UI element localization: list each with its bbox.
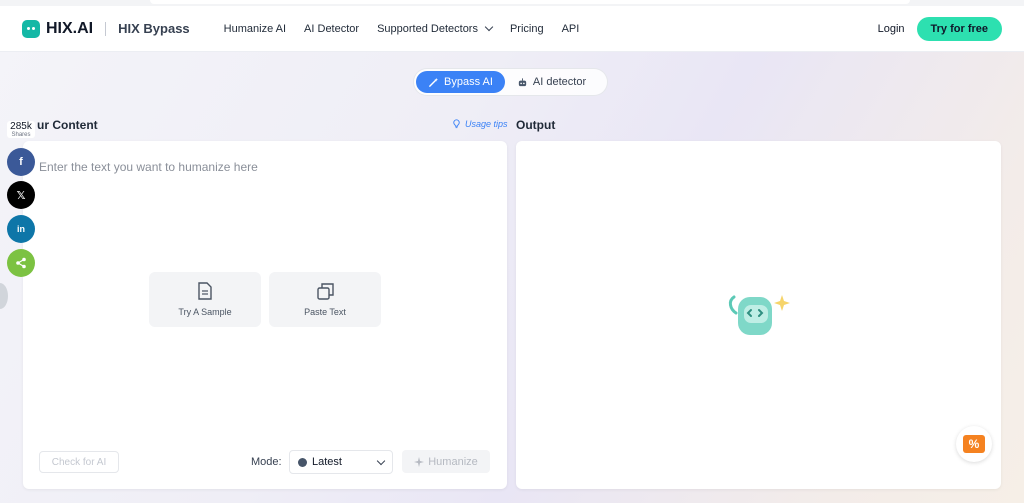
share-count: 285k Shares [7, 121, 35, 138]
main-nav: Humanize AI AI Detector Supported Detect… [224, 23, 580, 35]
nav-supported-detectors-label: Supported Detectors [377, 22, 478, 35]
nav-supported-detectors[interactable]: Supported Detectors [377, 22, 494, 35]
input-section-title: ur Content [37, 118, 98, 132]
humanize-label: Humanize [428, 455, 478, 468]
tab-ai-detector[interactable]: AI detector [505, 71, 598, 93]
tab-bypass-ai-label: Bypass AI [444, 76, 493, 88]
linkedin-icon: in [17, 224, 25, 234]
tab-ai-detector-label: AI detector [532, 76, 587, 88]
paste-text-button[interactable]: Paste Text [269, 272, 381, 327]
mode-status-icon [298, 457, 307, 467]
try-sample-button[interactable]: Try A Sample [149, 272, 261, 327]
check-for-ai-button[interactable]: Check for AI [39, 451, 119, 473]
try-for-free-button[interactable]: Try for free [916, 16, 1002, 41]
hix-logo-icon [22, 19, 40, 38]
discount-button[interactable]: % [956, 426, 992, 462]
mode-label: Mode: [251, 456, 282, 468]
input-panel: Enter the text you want to humanize here… [23, 141, 507, 489]
mode-value: Latest [312, 456, 342, 468]
nav-ai-detector[interactable]: AI Detector [304, 23, 359, 35]
logo-text: HIX.AI [46, 19, 94, 37]
copy-icon [316, 282, 334, 300]
logo[interactable]: HIX.AI HIX Bypass [22, 19, 190, 38]
paste-text-label: Paste Text [304, 306, 346, 317]
mode-select[interactable]: Latest [289, 450, 393, 474]
try-sample-label: Try A Sample [178, 307, 232, 317]
tab-bypass-ai[interactable]: Bypass AI [416, 71, 505, 93]
humanize-button[interactable]: Humanize [402, 450, 490, 473]
lightbulb-icon [453, 119, 460, 129]
header-actions: Login Try for free [878, 16, 1002, 41]
login-link[interactable]: Login [878, 23, 905, 35]
share-count-label: Shares [11, 132, 31, 138]
x-icon: 𝕏 [16, 189, 26, 202]
x-share-button[interactable]: 𝕏 [7, 181, 35, 209]
magic-wand-icon [429, 77, 439, 87]
share-count-number: 285k [10, 121, 32, 132]
sparkle-icon [414, 456, 425, 467]
text-input[interactable]: Enter the text you want to humanize here [39, 160, 258, 174]
nav-api[interactable]: API [562, 23, 580, 35]
facebook-icon: f [19, 156, 23, 168]
chevron-down-icon [484, 22, 494, 32]
nav-humanize-ai[interactable]: Humanize AI [224, 23, 286, 35]
robot-icon [518, 77, 527, 86]
mascot-robot-icon [728, 295, 790, 335]
site-header: HIX.AI HIX Bypass Humanize AI AI Detecto… [0, 6, 1024, 52]
tool-switcher: Bypass AI AI detector [414, 69, 607, 95]
linkedin-share-button[interactable]: in [7, 215, 35, 243]
document-icon [198, 282, 212, 300]
share-icon [16, 257, 26, 269]
usage-tips-label: Usage tips [465, 118, 508, 129]
top-strip-bar [150, 0, 910, 4]
output-panel [516, 141, 1001, 489]
side-drawer-handle[interactable] [0, 283, 8, 309]
logo-divider [105, 21, 107, 36]
nav-pricing[interactable]: Pricing [510, 23, 544, 35]
facebook-share-button[interactable]: f [7, 148, 35, 176]
output-section-title: Output [516, 118, 556, 132]
chevron-down-icon [376, 456, 386, 465]
share-button[interactable] [7, 249, 35, 277]
usage-tips-link[interactable]: Usage tips [451, 118, 508, 129]
discount-percent-icon: % [963, 435, 985, 453]
sub-brand: HIX Bypass [118, 21, 190, 36]
